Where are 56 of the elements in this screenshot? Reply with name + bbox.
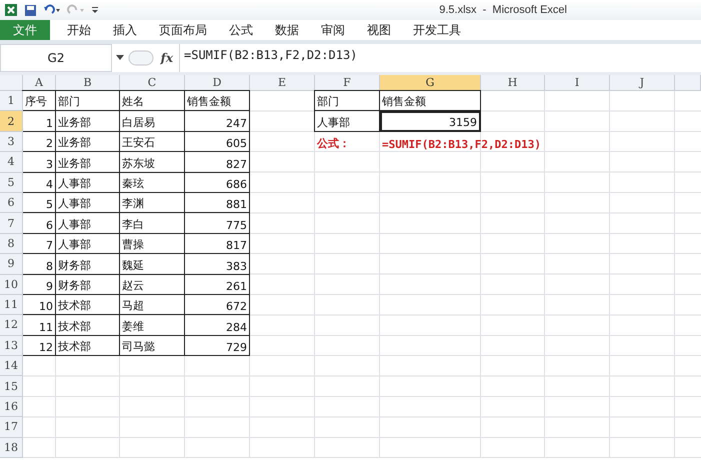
ribbon-tab[interactable]: 视图	[356, 20, 402, 40]
ribbon-tab[interactable]: 开发工具	[402, 20, 472, 40]
column-header[interactable]: F	[315, 75, 380, 91]
column-header[interactable]: C	[120, 75, 185, 91]
save-icon[interactable]	[24, 4, 37, 16]
column-header[interactable]: E	[250, 75, 315, 91]
column-header[interactable]: H	[481, 75, 545, 91]
name-box[interactable]: G2	[0, 44, 112, 72]
column-header[interactable]: G	[380, 75, 481, 91]
ribbon-tab[interactable]: 插入	[102, 20, 148, 40]
undo-icon[interactable]	[43, 4, 61, 16]
row-header[interactable]: 12	[0, 315, 23, 336]
excel-logo-icon[interactable]	[4, 3, 18, 17]
resize-handle-icon[interactable]	[128, 50, 154, 66]
row-header[interactable]: 10	[0, 274, 23, 295]
ribbon-tab[interactable]: 开始	[56, 20, 102, 40]
ribbon-tab[interactable]: 审阅	[310, 20, 356, 40]
dropdown-caret-icon[interactable]	[116, 55, 124, 61]
row-header[interactable]: 17	[0, 417, 23, 438]
formula-text: =SUMIF(B2:B13,F2,D2:D13)	[381, 137, 542, 152]
column-heading: 销售金额	[184, 90, 250, 112]
row-header[interactable]: 15	[0, 376, 23, 397]
column-header[interactable]: J	[610, 75, 675, 91]
ribbon-tab[interactable]: 公式	[218, 20, 264, 40]
row-header[interactable]: 9	[0, 254, 23, 275]
table-cell: 729	[184, 334, 250, 356]
result-cell: 3159	[380, 111, 481, 132]
column-heading: 部门	[314, 90, 380, 112]
row-header[interactable]: 16	[0, 396, 23, 418]
ribbon-tab[interactable]: 页面布局	[148, 20, 218, 40]
column-heading: 销售金额	[379, 90, 481, 112]
insert-function-button[interactable]: fx	[160, 51, 173, 65]
row-header[interactable]: 7	[0, 213, 23, 234]
ribbon-tab[interactable]: 数据	[264, 20, 310, 40]
window-title: 9.5.xlsx - Microsoft Excel	[439, 4, 567, 16]
column-header[interactable]: A	[23, 75, 56, 91]
formula-label: 公式：	[316, 136, 351, 152]
row-header[interactable]: 14	[0, 356, 23, 376]
column-header[interactable]: B	[56, 75, 120, 91]
row-header[interactable]: 4	[0, 152, 23, 173]
column-header[interactable]: D	[185, 75, 250, 91]
file-tab[interactable]: 文件	[0, 20, 50, 40]
formula-field[interactable]: =SUMIF(B2:B13,F2,D2:D13)	[180, 44, 701, 72]
table-cell: 人事部	[314, 110, 380, 132]
customize-menu-icon[interactable]	[91, 4, 99, 16]
row-header[interactable]: 6	[0, 192, 23, 214]
column-header[interactable]: I	[545, 75, 610, 91]
row-header[interactable]: 11	[0, 294, 23, 316]
row-header[interactable]: 5	[0, 172, 23, 193]
row-header[interactable]: 1	[0, 91, 23, 112]
row-header[interactable]: 18	[0, 438, 23, 458]
row-header[interactable]: 3	[0, 132, 23, 152]
row-header[interactable]: 2	[0, 111, 23, 132]
redo-icon	[67, 4, 85, 16]
row-header[interactable]: 13	[0, 336, 23, 356]
row-header[interactable]: 8	[0, 234, 23, 254]
